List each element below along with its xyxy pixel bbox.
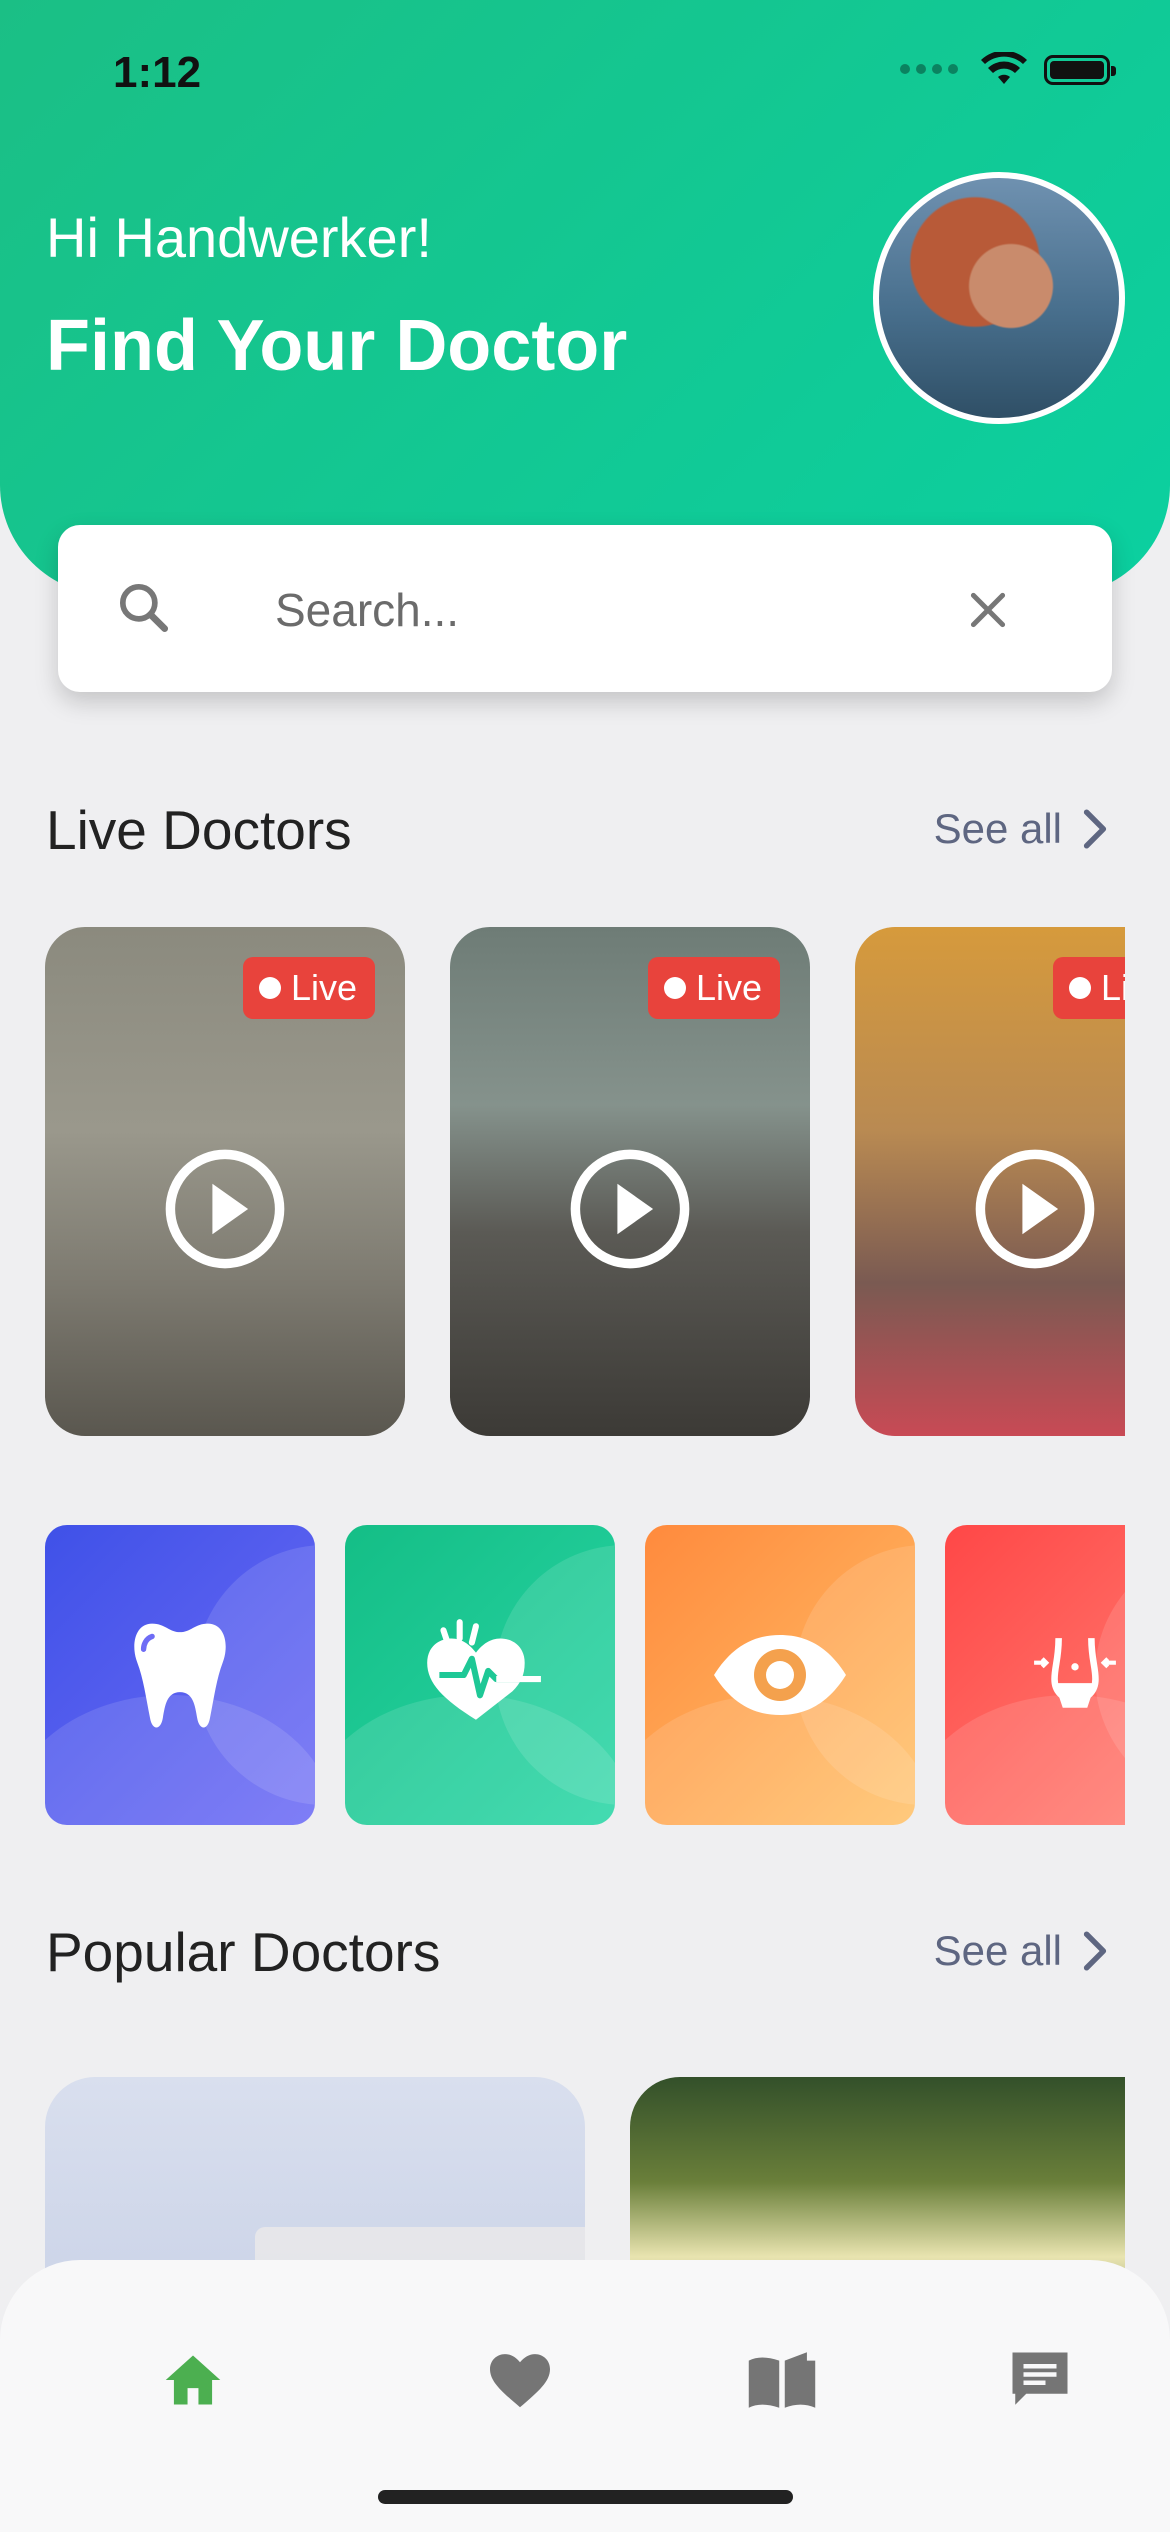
live-doctors-title: Live Doctors [46,799,352,861]
live-card-1[interactable]: Live [45,927,405,1436]
category-body[interactable] [945,1525,1125,1825]
see-all-label: See all [933,1927,1062,1974]
live-card-2[interactable]: Live [450,927,810,1436]
signal-icon [900,61,964,79]
see-all-label: See all [933,805,1062,852]
live-badge: Live [242,957,375,1019]
live-badge: Live [1052,957,1125,1019]
body-icon [1034,1638,1116,1708]
tooth-icon [134,1623,226,1728]
greeting: Hi Handwerker! [46,206,432,269]
live-card-3[interactable]: Live [855,927,1125,1436]
home-indicator [378,2490,793,2504]
nav-favorites[interactable] [480,2340,560,2420]
search-input[interactable] [273,570,977,650]
play-icon[interactable] [567,1146,693,1272]
book-icon [748,2352,816,2408]
play-icon[interactable] [162,1146,288,1272]
play-icon[interactable] [972,1146,1098,1272]
nav-library[interactable] [742,2340,822,2420]
popular-doctors-title: Popular Doctors [46,1921,441,1983]
battery-icon [1044,55,1116,85]
chat-icon [1012,2352,1068,2405]
nav-messages[interactable] [1000,2340,1080,2420]
status-icons [900,52,1116,88]
status-time: 1:12 [113,48,202,97]
search-icon [119,583,169,633]
clear-icon[interactable] [963,585,1013,635]
home-icon [165,2355,221,2405]
chevron-right-icon [1083,1931,1107,1971]
eye-icon [714,1635,846,1715]
category-ophthalmology[interactable] [645,1525,915,1825]
wifi-icon [981,52,1027,84]
popular-see-all-link[interactable]: See all [934,1927,1110,1975]
category-dental[interactable] [45,1525,315,1825]
search-bar [58,525,1112,692]
chevron-right-icon [1083,809,1107,849]
page-title: Find Your Doctor [46,306,628,386]
avatar[interactable] [873,172,1125,424]
live-badge: Live [647,957,780,1019]
category-cardiology[interactable] [345,1525,615,1825]
heart-pulse-icon [427,1619,541,1720]
live-see-all-link[interactable]: See all [934,805,1110,853]
heart-icon [490,2354,550,2408]
nav-home[interactable] [153,2340,233,2420]
